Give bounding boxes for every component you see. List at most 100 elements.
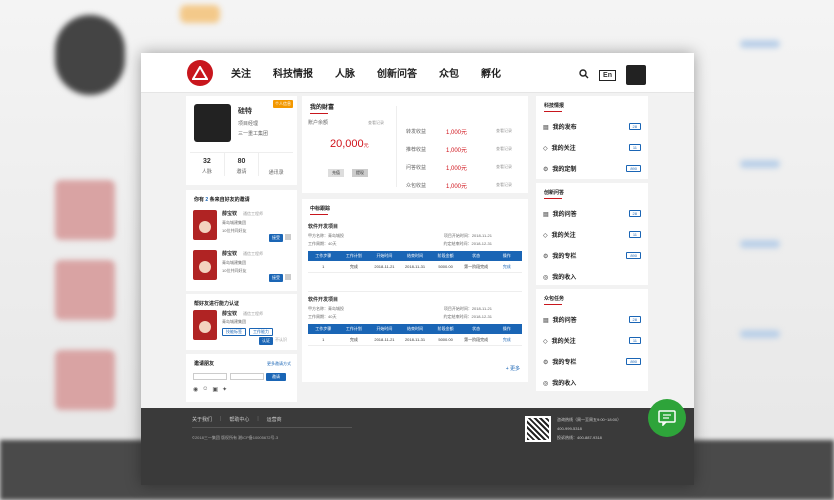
earning-row: 转发收益 1,000元 查看记录 <box>406 128 512 136</box>
ignore-button[interactable] <box>285 274 291 280</box>
certify-title: 帮好友进行能力认证 <box>194 301 240 307</box>
sidebar-item-my-follows[interactable]: ◇ 我的关注 11 <box>536 330 648 351</box>
profile-name: 硅特 <box>238 108 252 115</box>
sidebar-item-my-income[interactable]: ◎ 我的收入 <box>536 372 648 393</box>
more-link[interactable]: + 更多 <box>506 365 520 372</box>
footer-link-about[interactable]: 关于我们 <box>192 416 212 423</box>
skip-button[interactable]: 不认识 <box>275 337 287 343</box>
record-link[interactable]: 查看记录 <box>496 128 512 134</box>
profile-avatar <box>194 104 231 142</box>
earning-row: 众包收益 1,000元 查看记录 <box>406 182 512 190</box>
crowdsource-title: 众包任务 <box>536 289 648 309</box>
chat-button[interactable] <box>648 399 686 437</box>
view-record-link[interactable]: 查看记录 <box>368 120 384 126</box>
sidebar-item-my-column[interactable]: ⚙ 我的专栏 890 <box>536 245 648 266</box>
app-window: 关注 科技情报 人脉 创新问答 众包 孵化 En 个人信息 硅特 项目经理 三一… <box>141 53 694 485</box>
person-photo <box>193 250 217 280</box>
bids-title: 中标跟踪 <box>302 199 528 219</box>
hotline-info: 咨询热线（周一至周五9:00~18:00） 400-999-5318 投诉热线：… <box>557 417 622 440</box>
invite-input[interactable] <box>193 373 227 380</box>
sidebar-item-my-posts[interactable]: ▤ 我的发布 28 <box>536 116 648 137</box>
user-avatar[interactable] <box>626 65 646 85</box>
top-nav: 关注 科技情报 人脉 创新问答 众包 孵化 En <box>141 53 694 93</box>
nav-item-tech-intel[interactable]: 科技情报 <box>273 65 313 80</box>
certify-card: 帮好友进行能力认证 薛宝钗 通信工程师 青岛城建集团 技能标签 工作能力 认证 … <box>186 294 297 350</box>
sidebar-item-my-follows[interactable]: ◇ 我的关注 11 <box>536 224 648 245</box>
invite-button[interactable]: 邀请 <box>266 373 286 381</box>
copyright: ©2018三一集团 版权所有 湘ICP备10005672号-3 <box>192 435 279 440</box>
twitter-icon[interactable]: ✦ <box>222 386 227 393</box>
gear-icon: ⚙ <box>543 254 549 260</box>
nav-item-network[interactable]: 人脉 <box>335 65 355 80</box>
list-item: 薛宝钗 通信工程师 青岛城建集团 10位共同好友 接受 <box>193 210 293 246</box>
profile-card: 个人信息 硅特 项目经理 三一重工集团 32 人脉 80 邀请 通讯录 <box>186 96 297 185</box>
brand-logo[interactable] <box>187 59 213 86</box>
sidebar-item-my-custom[interactable]: ⚙ 我的定制 890 <box>536 158 648 179</box>
stat-invites[interactable]: 80 邀请 <box>225 153 260 176</box>
qq-icon[interactable]: ☺ <box>202 386 208 393</box>
sidebar-item-my-income[interactable]: ◎ 我的收入 <box>536 266 648 287</box>
invite-friends-card: 邀请朋友 更多邀请方式 邀请 ◉ ☺ ▣ ✦ <box>186 354 297 402</box>
sidebar-item-my-qa[interactable]: ▤ 我的问答 28 <box>536 309 648 330</box>
stat-contacts[interactable]: 通讯录 <box>259 153 293 176</box>
invite-input-2[interactable] <box>230 373 264 380</box>
withdraw-button[interactable]: 提现 <box>352 169 368 177</box>
doc-icon: ▤ <box>543 212 549 218</box>
qa-title: 创新问答 <box>536 183 648 203</box>
profile-role: 项目经理 <box>238 121 259 127</box>
footer-link-help[interactable]: 帮助中心 <box>229 416 249 423</box>
sidebar-item-my-qa[interactable]: ▤ 我的问答 28 <box>536 203 648 224</box>
profile-tag: 个人信息 <box>273 100 293 108</box>
invites-title: 你有 2 条来自好友的邀请 <box>194 197 250 203</box>
recharge-button[interactable]: 充值 <box>328 169 344 177</box>
record-link[interactable]: 查看记录 <box>496 164 512 170</box>
balance-amount: 20,000元 <box>330 138 369 150</box>
weibo-icon[interactable]: ◉ <box>193 386 198 393</box>
balance-label: 账户余额 <box>308 120 329 126</box>
nav-item-crowdsource[interactable]: 众包 <box>439 65 459 80</box>
table-header: 工作步骤 工作计划 开始时间 结束时间 阶段金额 状态 操作 <box>308 324 522 334</box>
language-switch[interactable]: En <box>599 69 616 81</box>
skill-tag[interactable]: 工作能力 <box>249 328 273 336</box>
skill-tag[interactable]: 技能标签 <box>222 328 246 336</box>
bids-card: 中标跟踪 软件开发项目 甲方名称：青岛城投 项目开始时间：2018-11-21 工… <box>302 199 528 382</box>
nav-item-incubate[interactable]: 孵化 <box>481 65 501 80</box>
bid-project: 软件开发项目 甲方名称：青岛城投 项目开始时间：2018-11-21 工作周期：4… <box>308 223 522 273</box>
person-photo <box>193 310 217 340</box>
wealth-card: 我的财富 账户余额 查看记录 20,000元 充值 提现 转发收益 1,000元… <box>302 96 528 193</box>
wealth-title: 我的财富 <box>302 96 528 118</box>
linkedin-icon[interactable]: ▣ <box>212 386 218 393</box>
complete-link[interactable]: 完成 <box>491 264 522 270</box>
nav-item-qa[interactable]: 创新问答 <box>377 65 417 80</box>
bid-project: 软件开发项目 甲方名称：青岛城投 项目开始时间：2018-11-21 工作周期：4… <box>308 296 522 346</box>
ignore-button[interactable] <box>285 234 291 240</box>
record-link[interactable]: 查看记录 <box>496 182 512 188</box>
table-row: 1 完成 2018-11-21 2018-11-31 5000.00 第一阶段完成 完成 <box>308 334 522 346</box>
earning-row: 推荐收益 1,000元 查看记录 <box>406 146 512 154</box>
tech-intel-card: 科技情报 ▤ 我的发布 28 ◇ 我的关注 11 ⚙ 我的定制 890 <box>536 96 648 179</box>
doc-icon: ▤ <box>543 318 549 324</box>
tech-intel-title: 科技情报 <box>536 96 648 116</box>
list-item: 薛宝钗 通信工程师 青岛城建集团 10位共同好友 接受 <box>193 250 293 286</box>
earning-row: 问答收益 1,000元 查看记录 <box>406 164 512 172</box>
record-link[interactable]: 查看记录 <box>496 146 512 152</box>
page-footer: 关于我们 | 帮助中心 | 运营商 ©2018三一集团 版权所有 湘ICP备10… <box>141 408 694 485</box>
chat-icon <box>658 410 676 426</box>
accept-button[interactable]: 接受 <box>269 274 283 282</box>
table-row: 1 完成 2018-11-21 2018-11-31 5000.00 第一阶段完成 完成 <box>308 261 522 273</box>
more-invite-link[interactable]: 更多邀请方式 <box>267 361 291 367</box>
nav-item-follow[interactable]: 关注 <box>231 65 251 80</box>
search-icon[interactable] <box>579 69 589 81</box>
complete-link[interactable]: 完成 <box>491 337 522 343</box>
diamond-icon: ◇ <box>543 339 548 345</box>
accept-button[interactable]: 接受 <box>269 234 283 242</box>
stat-connections[interactable]: 32 人脉 <box>190 153 225 176</box>
qr-code <box>525 416 551 442</box>
sidebar-item-my-follows[interactable]: ◇ 我的关注 11 <box>536 137 648 158</box>
coin-icon: ◎ <box>543 275 549 281</box>
table-header: 工作步骤 工作计划 开始时间 结束时间 阶段金额 状态 操作 <box>308 251 522 261</box>
footer-link-operator[interactable]: 运营商 <box>267 416 282 423</box>
certify-button[interactable]: 认证 <box>259 337 273 345</box>
gear-icon: ⚙ <box>543 360 549 366</box>
sidebar-item-my-column[interactable]: ⚙ 我的专栏 890 <box>536 351 648 372</box>
